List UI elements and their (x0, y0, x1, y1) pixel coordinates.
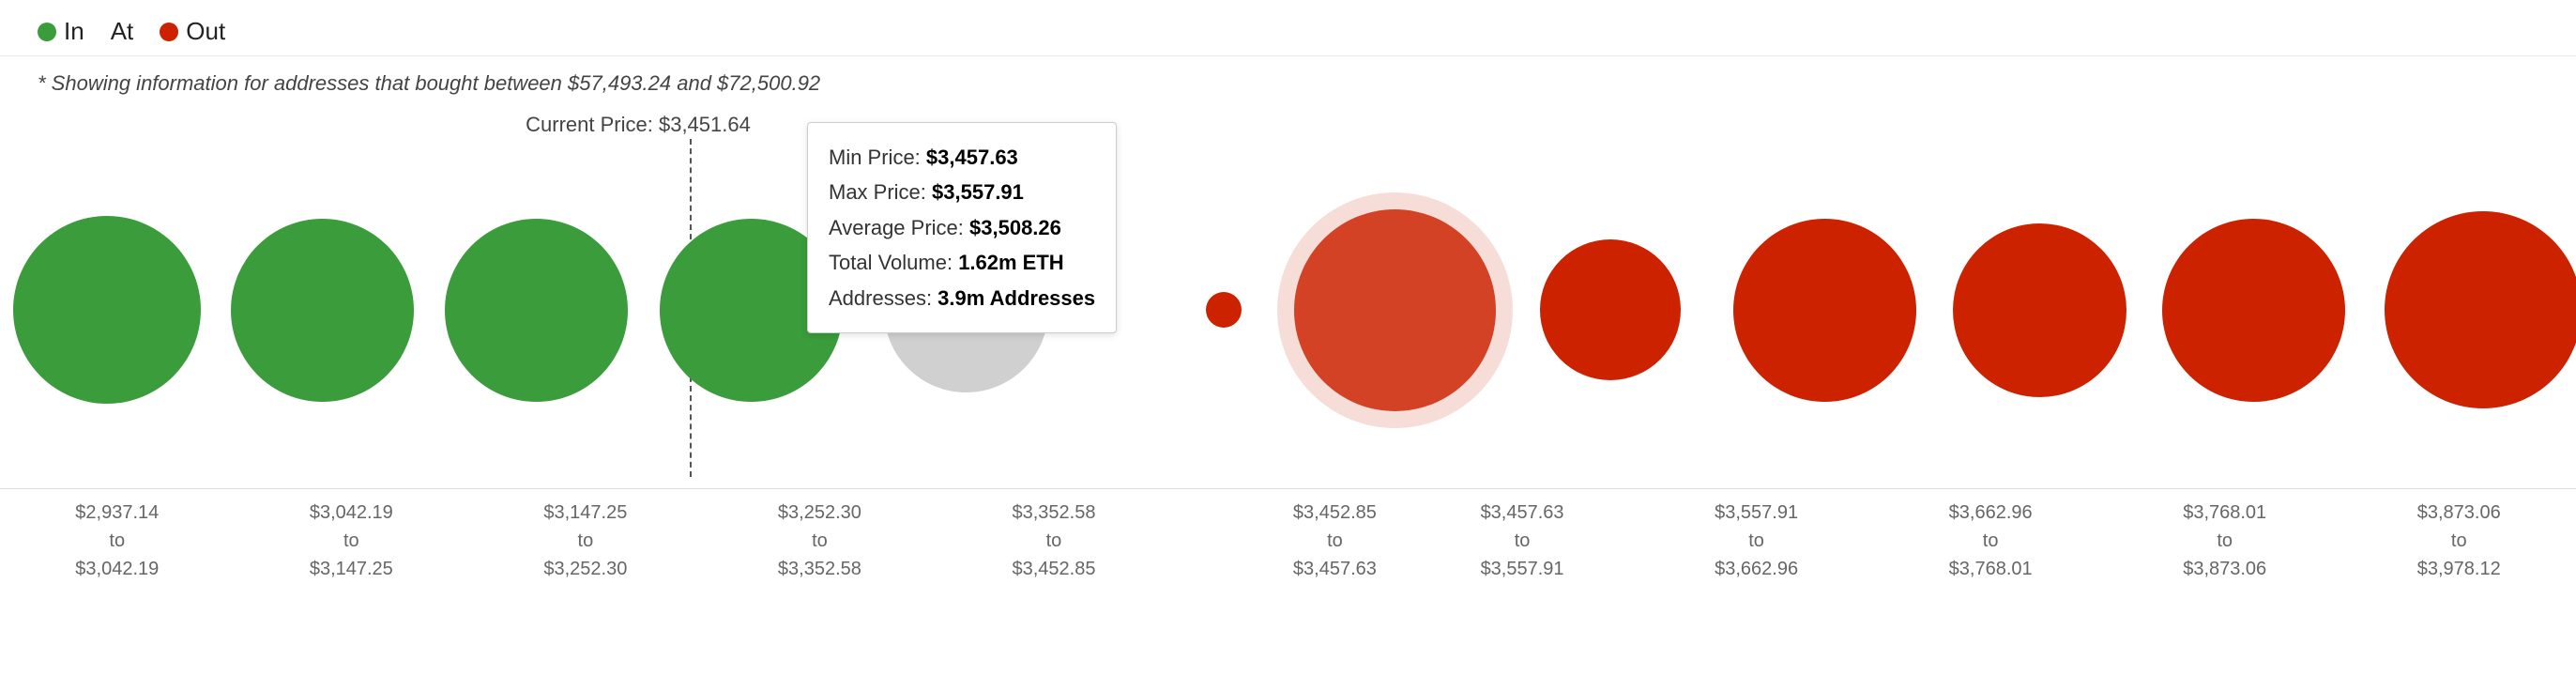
bubble-slot-9 (1717, 219, 1932, 402)
bubble-11[interactable] (2162, 219, 2345, 402)
chart-area: Current Price: $3,451.64 (0, 103, 2576, 591)
axis-label-8: $3,662.96to$3,768.01 (1873, 499, 2108, 591)
axis-label-6: $3,457.63to$3,557.91 (1405, 499, 1639, 591)
axis-label-5: $3,452.85to$3,457.63 (1265, 499, 1406, 591)
in-dot (38, 23, 56, 41)
bubble-2[interactable] (231, 219, 414, 402)
bubble-slot-8 (1502, 239, 1717, 380)
tooltip-total-volume: Total Volume: 1.62m ETH (829, 245, 1095, 280)
bubble-slot-3 (430, 219, 645, 402)
axis-label-3: $3,252.30to$3,352.58 (703, 499, 937, 591)
current-price-label: Current Price: $3,451.64 (526, 113, 751, 137)
bubble-slot-1 (0, 216, 215, 404)
bubble-3[interactable] (445, 219, 628, 402)
axis-label-10: $3,873.06to$3,978.12 (2341, 499, 2576, 591)
axis-label-0: $2,937.14to$3,042.19 (0, 499, 235, 591)
bubble-slot-2 (215, 219, 430, 402)
tooltip-addresses: Addresses: 3.9m Addresses (829, 281, 1095, 315)
tooltip: Min Price: $3,457.63 Max Price: $3,557.9… (807, 122, 1117, 333)
tooltip-avg-price: Average Price: $3,508.26 (829, 210, 1095, 245)
bubble-7[interactable] (1294, 209, 1496, 411)
legend-item-in: In (38, 17, 84, 46)
tooltip-min-price: Min Price: $3,457.63 (829, 140, 1095, 175)
out-dot (160, 23, 178, 41)
axis-label-7: $3,557.91to$3,662.96 (1639, 499, 1874, 591)
axis-label-gap (1171, 499, 1265, 591)
bubble-12[interactable] (2385, 211, 2576, 408)
bubble-slot-10 (1932, 223, 2147, 397)
tooltip-max-price: Max Price: $3,557.91 (829, 175, 1095, 209)
axis-label-1: $3,042.19to$3,147.25 (235, 499, 469, 591)
legend-label-in: In (64, 17, 84, 46)
legend-item-at: At (111, 17, 134, 46)
bubble-1[interactable] (13, 216, 201, 404)
bubbles-container (0, 141, 2576, 479)
legend-item-out: Out (160, 17, 225, 46)
bubble-slot-11 (2147, 219, 2362, 402)
bubble-slot-6 (1159, 292, 1288, 328)
axis-labels: $2,937.14to$3,042.19 $3,042.19to$3,147.2… (0, 488, 2576, 591)
axis-label-2: $3,147.25to$3,252.30 (468, 499, 703, 591)
legend: In At Out (0, 0, 2576, 56)
legend-label-out: Out (186, 17, 225, 46)
axis-label-9: $3,768.01to$3,873.06 (2108, 499, 2342, 591)
bubble-9[interactable] (1733, 219, 1916, 402)
bubble-10[interactable] (1953, 223, 2126, 397)
subtitle: * Showing information for addresses that… (0, 56, 2576, 103)
bubble-8[interactable] (1540, 239, 1681, 380)
bubble-slot-12 (2361, 211, 2576, 408)
bubble-slot-7 (1288, 209, 1503, 411)
axis-label-4: $3,352.58to$3,452.85 (937, 499, 1171, 591)
bubble-6[interactable] (1206, 292, 1242, 328)
legend-label-at: At (111, 17, 134, 46)
